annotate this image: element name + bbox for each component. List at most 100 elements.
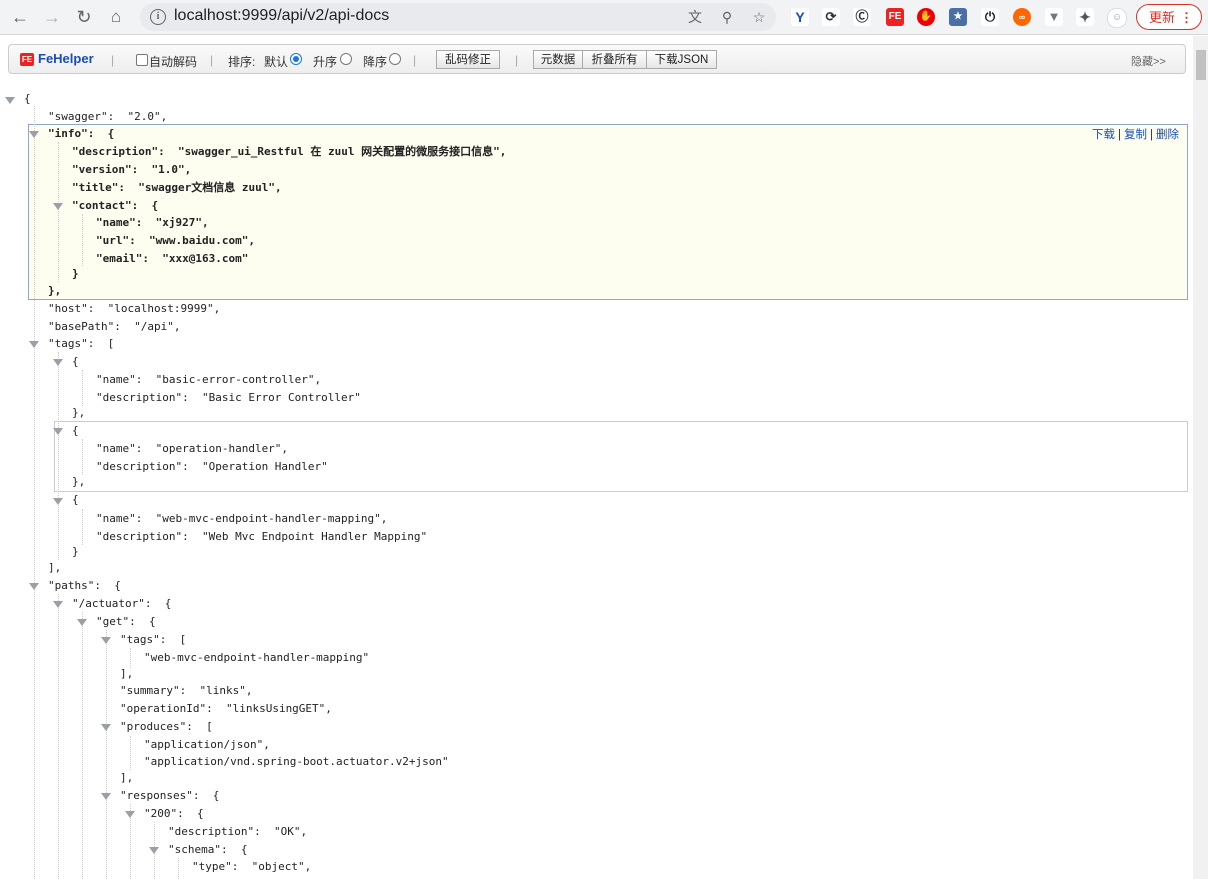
collapse-toggle-icon[interactable]: [53, 601, 63, 608]
indent-guide: [106, 630, 107, 879]
collapse-toggle-icon[interactable]: [101, 793, 111, 800]
json-line: ],: [48, 561, 62, 574]
collapse-toggle-icon[interactable]: [29, 341, 39, 348]
translate-icon[interactable]: 文: [686, 9, 704, 25]
json-line: "contact": {: [72, 199, 159, 212]
fehelper-toolbar: FE FeHelper | 自动解码 | 排序: 默认 升序 降序 | 乱码修正…: [8, 44, 1186, 74]
auto-decode-label: 自动解码: [149, 55, 198, 69]
home-icon[interactable]: ⌂: [104, 6, 128, 28]
download-json-button[interactable]: 下载JSON: [646, 50, 717, 69]
indent-guide: [82, 370, 83, 406]
json-line: "200": {: [144, 807, 204, 820]
json-line: },: [72, 406, 86, 419]
adblock-icon[interactable]: ✋: [917, 8, 935, 26]
extension-sync-icon[interactable]: ⟳: [822, 8, 840, 26]
fehelper-logo-icon: FE: [20, 53, 34, 66]
extensions-puzzle-icon[interactable]: ✦: [1076, 8, 1094, 26]
indent-guide: [34, 106, 35, 879]
json-line: "swagger": "2.0",: [48, 110, 168, 123]
json-line: "name": "basic-error-controller",: [96, 373, 322, 386]
update-button[interactable]: 更新 ⋮: [1136, 4, 1202, 30]
json-line: "name": "web-mvc-endpoint-handler-mappin…: [96, 512, 388, 525]
collapse-toggle-icon[interactable]: [53, 428, 63, 435]
url-text: localhost:9999/api/v2/api-docs: [174, 7, 390, 24]
json-line: }: [72, 267, 79, 280]
fix-encoding-button[interactable]: 乱码修正: [436, 50, 500, 69]
json-line: {: [72, 355, 79, 368]
json-line: "application/json",: [144, 738, 270, 751]
extension-c-icon[interactable]: Ⓒ: [853, 8, 871, 26]
site-info-icon[interactable]: i: [150, 9, 166, 25]
extension-infinity-icon[interactable]: ∞: [1013, 8, 1031, 26]
json-line: "get": {: [96, 615, 156, 628]
json-line: "type": "object",: [192, 860, 312, 873]
json-line: "web-mvc-endpoint-handler-mapping": [144, 651, 370, 664]
page-scrollbar[interactable]: [1193, 36, 1208, 879]
json-line: }: [72, 545, 79, 558]
json-line: "/actuator": {: [72, 597, 172, 610]
extension-star-icon[interactable]: ★: [949, 8, 967, 26]
node-delete-link[interactable]: 删除: [1156, 129, 1179, 141]
reload-icon[interactable]: ↻: [72, 6, 96, 28]
json-line: "description": "Web Mvc Endpoint Handler…: [96, 530, 428, 543]
json-line[interactable]: "info": {: [48, 126, 114, 142]
indent-guide: [82, 214, 83, 266]
collapse-toggle-icon[interactable]: [29, 583, 39, 590]
json-line: "paths": {: [48, 579, 121, 592]
divider: |: [413, 53, 417, 67]
json-line: "application/vnd.spring-boot.actuator.v2…: [144, 755, 449, 768]
collapse-toggle-icon[interactable]: [149, 847, 159, 854]
json-line: "tags": [: [48, 337, 115, 350]
sort-asc-radio[interactable]: [340, 53, 352, 65]
json-line: "title": "swagger文档信息 zuul",: [72, 181, 282, 194]
fehelper-title[interactable]: FeHelper: [38, 51, 94, 66]
divider: |: [210, 53, 214, 67]
collapse-toggle-icon[interactable]: [101, 637, 111, 644]
node-copy-link[interactable]: 复制: [1124, 129, 1147, 141]
collapse-toggle-icon[interactable]: [5, 97, 15, 104]
json-line: "schema": {: [168, 843, 248, 856]
json-line: ],: [120, 667, 134, 680]
sort-desc-radio[interactable]: [389, 53, 401, 65]
hide-toolbar-link[interactable]: 隐藏>>: [1131, 53, 1166, 69]
metadata-button[interactable]: 元数据: [533, 50, 583, 69]
json-line: "host": "localhost:9999",: [48, 302, 221, 315]
json-line: "basePath": "/api",: [48, 320, 181, 333]
collapse-toggle-icon[interactable]: [77, 619, 87, 626]
json-line: "version": "1.0",: [72, 163, 192, 176]
zoom-icon[interactable]: ⚲: [718, 9, 736, 25]
profile-avatar-icon[interactable]: ☺: [1107, 8, 1127, 28]
collapse-toggle-icon[interactable]: [125, 811, 135, 818]
bookmark-star-icon[interactable]: ☆: [750, 9, 768, 25]
divider: |: [111, 53, 115, 67]
collapse-all-button[interactable]: 折叠所有: [582, 50, 647, 69]
json-line: "description": "Basic Error Controller": [96, 391, 361, 404]
divider: |: [515, 53, 519, 67]
collapse-toggle-icon[interactable]: [101, 724, 111, 731]
indent-guide: [178, 858, 179, 879]
auto-decode-checkbox[interactable]: [136, 54, 148, 66]
back-arrow-icon[interactable]: ←: [8, 6, 32, 28]
fehelper-extension-icon[interactable]: FE: [886, 8, 904, 26]
json-line: },: [72, 475, 86, 488]
sort-default-radio[interactable]: [290, 53, 302, 65]
indent-guide: [130, 736, 131, 770]
collapse-toggle-icon[interactable]: [29, 131, 39, 138]
json-line: },: [48, 284, 62, 297]
json-line: "summary": "links",: [120, 684, 253, 697]
power-icon[interactable]: ⏻: [981, 8, 999, 26]
indent-guide: [58, 352, 59, 560]
json-line: {: [72, 493, 79, 506]
forward-arrow-icon[interactable]: →: [40, 6, 64, 28]
collapse-toggle-icon[interactable]: [53, 498, 63, 505]
node-download-link[interactable]: 下载: [1092, 129, 1115, 141]
scrollbar-thumb[interactable]: [1196, 50, 1206, 80]
json-line: "description": "swagger_ui_Restful 在 zuu…: [72, 145, 507, 158]
vue-devtools-icon[interactable]: ▼: [1045, 8, 1063, 26]
collapse-toggle-icon[interactable]: [53, 203, 63, 210]
address-bar[interactable]: i localhost:9999/api/v2/api-docs 文 ⚲ ☆: [140, 3, 776, 31]
extension-y-icon[interactable]: Y: [791, 8, 809, 26]
more-menu-icon[interactable]: ⋮: [1180, 5, 1193, 31]
collapse-toggle-icon[interactable]: [53, 359, 63, 366]
indent-guide: [82, 509, 83, 545]
